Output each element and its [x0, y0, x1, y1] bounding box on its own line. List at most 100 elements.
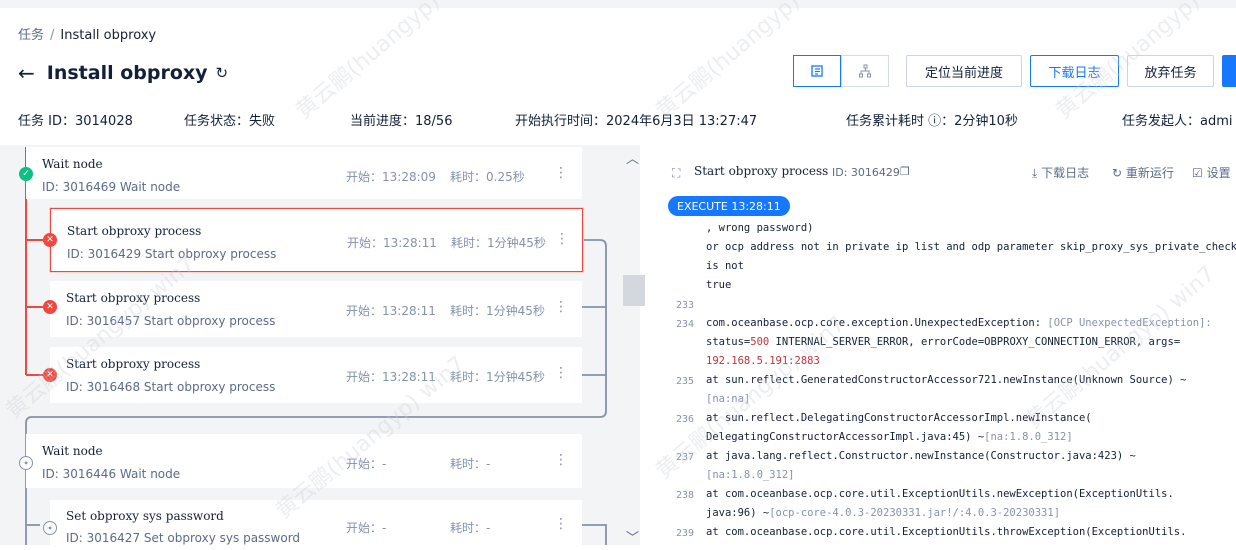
- log-line: java:96) ~[ocp-core-4.0.3-20230331.jar!/…: [706, 507, 1061, 519]
- failed-status-icon: ✕: [43, 233, 57, 247]
- settings-icon: ☑: [1192, 166, 1207, 180]
- more-icon[interactable]: ⋮: [554, 452, 568, 468]
- node-duration: 耗时：1分钟45秒: [450, 304, 545, 318]
- more-icon[interactable]: ⋮: [554, 165, 568, 181]
- log-line-number: 238: [676, 490, 695, 501]
- node-start-time: 开始：13:28:11: [346, 370, 436, 384]
- detail-id: ID: 3016429: [832, 166, 900, 179]
- log-line: 192.168.5.191:2883: [706, 355, 820, 367]
- breadcrumb: 任务 / Install obproxy: [18, 24, 156, 43]
- copy-icon[interactable]: ❐: [900, 165, 910, 178]
- node-title: Wait node: [42, 157, 103, 171]
- flow-view-icon[interactable]: [841, 55, 889, 87]
- breadcrumb-separator: /: [50, 28, 55, 43]
- more-icon[interactable]: ⋮: [555, 231, 569, 247]
- log-view-icon[interactable]: [793, 55, 841, 87]
- detail-settings-label: 设置: [1206, 166, 1231, 180]
- detail-rerun-label: 重新运行: [1125, 166, 1174, 180]
- pending-status-icon: •: [19, 456, 33, 470]
- log-line: or ocp address not in private ip list an…: [706, 241, 1236, 253]
- node-start-time: 开始：-: [346, 521, 387, 535]
- log-body: , wrong password) or ocp address not in …: [654, 222, 1236, 545]
- top-strip: [0, 0, 1236, 8]
- scroll-up-icon[interactable]: ︿: [626, 148, 639, 167]
- task-node[interactable]: Wait node ID: 3016469 Wait node 开始：13:28…: [26, 147, 582, 199]
- more-icon[interactable]: ⋮: [554, 299, 568, 315]
- node-duration: 耗时：-: [450, 457, 491, 471]
- watermark: 黄云鹏(huangyp) win7: [291, 0, 491, 125]
- failed-status-icon: ✕: [43, 300, 57, 314]
- node-start-time: 开始：-: [346, 457, 387, 471]
- success-status-icon: ✓: [19, 167, 33, 181]
- node-title: Wait node: [42, 444, 103, 458]
- primary-action-button[interactable]: [1222, 55, 1236, 87]
- locate-progress-button[interactable]: 定位当前进度: [906, 55, 1022, 87]
- task-node[interactable]: Set obproxy sys password ID: 3016427 Set…: [50, 500, 582, 550]
- download-log-button[interactable]: 下载日志: [1030, 55, 1119, 87]
- node-title: Start obproxy process: [66, 357, 201, 371]
- log-line: at sun.reflect.DelegatingConstructorAcce…: [706, 412, 1092, 424]
- execute-badge: EXECUTE 13:28:11: [668, 196, 790, 216]
- node-duration: 耗时：-: [450, 521, 491, 535]
- node-id: ID: 3016446 Wait node: [42, 467, 181, 481]
- node-id: ID: 3016457 Start obproxy process: [66, 314, 276, 328]
- task-node[interactable]: Wait node ID: 3016446 Wait node 开始：- 耗时：…: [26, 434, 582, 488]
- node-title: Start obproxy process: [66, 291, 201, 305]
- log-line: at com.oceanbase.ocp.core.util.Exception…: [706, 488, 1174, 500]
- node-id: ID: 3016429 Start obproxy process: [67, 247, 277, 261]
- download-icon: ⤓: [1032, 166, 1042, 180]
- task-node[interactable]: Start obproxy process ID: 3016468 Start …: [50, 347, 582, 403]
- node-duration: 耗时：1分钟45秒: [450, 370, 545, 384]
- node-id: ID: 3016469 Wait node: [42, 180, 181, 194]
- log-line: at java.lang.reflect.Constructor.newInst…: [706, 450, 1136, 462]
- arrow-left-icon[interactable]: ←: [18, 63, 35, 83]
- node-id: ID: 3016468 Start obproxy process: [66, 380, 276, 394]
- node-start-time: 开始：13:28:11: [347, 236, 437, 250]
- task-node[interactable]: Start obproxy process ID: 3016457 Start …: [50, 281, 582, 337]
- detail-rerun[interactable]: ↻ 重新运行: [1112, 164, 1174, 181]
- node-start-time: 开始：13:28:11: [346, 304, 436, 318]
- more-icon[interactable]: ⋮: [554, 365, 568, 381]
- log-line: at sun.reflect.GeneratedConstructorAcces…: [706, 374, 1187, 386]
- node-title: Set obproxy sys password: [66, 509, 224, 523]
- log-line-number: 236: [676, 414, 695, 425]
- title-row: ← Install obproxy ↻: [18, 59, 228, 87]
- log-line-number: 237: [676, 452, 695, 463]
- task-status: 任务状态：失败: [184, 114, 276, 129]
- scroll-down-icon[interactable]: ﹀: [626, 527, 639, 546]
- task-start-time: 开始执行时间：2024年6月3日 13:27:47: [515, 114, 758, 129]
- scrollbar-thumb[interactable]: [623, 275, 645, 306]
- page-title: Install obproxy: [46, 62, 208, 84]
- log-line: [na:na]: [706, 393, 751, 405]
- node-id: ID: 3016427 Set obproxy sys password: [66, 531, 301, 545]
- detail-download-log[interactable]: ⤓ 下载日志: [1032, 164, 1089, 181]
- log-line-number: 234: [676, 319, 695, 330]
- node-duration: 耗时：1分钟45秒: [451, 236, 546, 250]
- expand-icon[interactable]: ⛶: [672, 166, 680, 181]
- log-line: com.oceanbase.ocp.core.exception.Unexpec…: [706, 317, 1212, 329]
- abandon-task-button[interactable]: 放弃任务: [1127, 55, 1214, 87]
- task-node-selected[interactable]: Start obproxy process ID: 3016429 Start …: [50, 208, 583, 272]
- log-line: , wrong password): [706, 222, 814, 234]
- log-line-number: 235: [676, 376, 695, 387]
- detail-settings[interactable]: ☑ 设置: [1192, 164, 1236, 181]
- refresh-icon[interactable]: ↻: [216, 64, 229, 82]
- detail-download-log-label: 下载日志: [1041, 166, 1090, 180]
- log-line-number: 239: [676, 528, 695, 539]
- log-line: at com.oceanbase.ocp.core.util.Exception…: [706, 526, 1187, 538]
- failed-status-icon: ✕: [43, 368, 57, 382]
- more-icon[interactable]: ⋮: [554, 516, 568, 532]
- pending-status-icon: •: [43, 521, 57, 535]
- task-progress: 当前进度：18/56: [350, 114, 453, 129]
- breadcrumb-root[interactable]: 任务: [18, 28, 44, 43]
- log-line-number: 233: [676, 300, 695, 311]
- log-line: true: [706, 279, 732, 291]
- rerun-icon: ↻: [1112, 166, 1126, 180]
- breadcrumb-current: Install obproxy: [60, 28, 157, 43]
- log-line: [na:1.8.0_312]: [706, 469, 795, 481]
- task-initiator: 任务发起人：admi: [1122, 114, 1233, 129]
- task-id: 任务 ID：3014028: [18, 114, 133, 129]
- log-line: is not: [706, 260, 744, 272]
- detail-title: Start obproxy process: [694, 164, 829, 178]
- node-duration: 耗时：0.25秒: [450, 170, 525, 184]
